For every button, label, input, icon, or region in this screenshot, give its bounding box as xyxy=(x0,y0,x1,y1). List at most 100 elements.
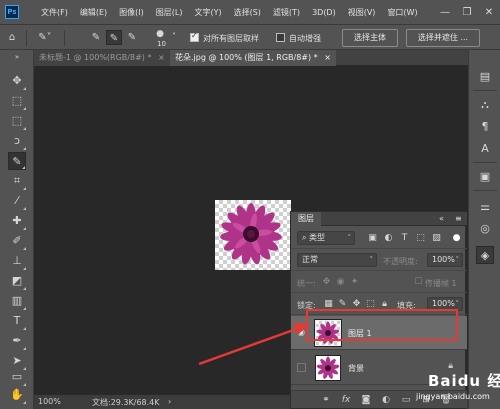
opacity-value: 100% xyxy=(432,255,455,264)
type-tool-icon[interactable]: T xyxy=(8,312,26,330)
filter-adjustment-icon[interactable]: ◐ xyxy=(383,233,394,244)
layer-name[interactable]: 背景 xyxy=(348,363,364,374)
close-tab-icon[interactable]: × xyxy=(324,53,331,62)
menu-select[interactable]: 选择(S) xyxy=(228,7,267,18)
document-info: 文档:29.3K/68.4K xyxy=(92,398,160,407)
clone-stamp-tool-icon[interactable]: ⊥ xyxy=(8,252,26,270)
color-icon[interactable]: ▣ xyxy=(476,168,494,186)
blend-mode-select[interactable]: 正常 ˅ xyxy=(297,253,377,267)
annotation-arrow-icon xyxy=(198,323,309,366)
home-icon[interactable]: ⌂ xyxy=(4,30,20,45)
menu-layer[interactable]: 图层(L) xyxy=(150,7,189,18)
adjustments-icon[interactable]: ⚌ xyxy=(476,198,494,216)
lasso-tool-icon[interactable]: ↄ xyxy=(8,132,26,150)
status-menu-icon[interactable]: › xyxy=(168,397,171,406)
auto-enhance-checkbox[interactable] xyxy=(276,33,285,42)
brush-size-value: 10 xyxy=(157,40,166,48)
menu-edit[interactable]: 编辑(E) xyxy=(74,7,113,18)
flower-image xyxy=(220,203,282,265)
menu-file[interactable]: 文件(F) xyxy=(35,7,74,18)
unify-style-icon[interactable]: ✦ xyxy=(349,277,360,288)
add-to-selection-icon[interactable]: ✎ xyxy=(106,30,122,45)
auto-enhance-label: 自动增强 xyxy=(289,34,321,43)
sample-all-layers-checkbox[interactable] xyxy=(190,31,199,42)
pen-tool-icon[interactable]: ✒ xyxy=(8,332,26,350)
filter-toggle-icon[interactable]: ● xyxy=(451,233,462,244)
history-icon[interactable]: ▤ xyxy=(476,68,494,86)
unify-position-icon[interactable]: ✥ xyxy=(321,277,332,288)
menu-filter[interactable]: 滤镜(T) xyxy=(267,7,306,18)
brush-tool-icon[interactable]: ✐ xyxy=(8,232,26,250)
crop-tool-icon[interactable]: ⌗ xyxy=(8,172,26,190)
gradient-tool-icon[interactable]: ▥ xyxy=(8,292,26,310)
options-bar: ⌂ ✎˅ ✎ ✎ ✎ ● 10 ˅ 对所有图层取样 自动增强 选择主体 选择并遮… xyxy=(0,24,500,50)
unify-visibility-icon[interactable]: ◉ xyxy=(335,277,346,288)
eyedropper-tool-icon[interactable]: ⁄ xyxy=(8,192,26,210)
paragraph-icon[interactable]: ¶ xyxy=(476,118,494,136)
menu-type[interactable]: 文字(Y) xyxy=(188,7,227,18)
divider xyxy=(64,30,65,46)
select-subject-button[interactable]: 选择主体 xyxy=(342,29,398,47)
new-selection-icon[interactable]: ✎ xyxy=(88,30,104,45)
close-window-button[interactable]: ✕ xyxy=(478,7,500,18)
opacity-input[interactable]: 100% ˅ xyxy=(427,253,463,267)
filter-shape-icon[interactable]: ⬚ xyxy=(415,233,426,244)
document-canvas[interactable] xyxy=(215,200,291,270)
layers-icon[interactable]: ◈ xyxy=(476,246,494,264)
minimize-button[interactable]: — xyxy=(434,7,456,18)
layer-style-icon[interactable]: fx xyxy=(339,394,353,406)
subtract-from-selection-icon[interactable]: ✎ xyxy=(124,30,140,45)
character-icon[interactable]: A xyxy=(476,140,494,158)
marquee-tool-icon[interactable]: ⬚ xyxy=(8,112,26,130)
menu-image[interactable]: 图像(I) xyxy=(113,7,150,18)
add-mask-icon[interactable]: ◙ xyxy=(359,394,373,406)
divider xyxy=(26,30,27,46)
select-and-mask-button[interactable]: 选择并遮住 ... xyxy=(406,29,480,47)
hand-tool-icon[interactable]: ✋ xyxy=(8,386,26,404)
propagate-checkbox[interactable]: ☐ xyxy=(413,277,424,288)
rectangle-tool-icon[interactable]: ▭ xyxy=(8,368,26,386)
collapse-panel-icon[interactable]: « xyxy=(439,214,444,223)
tab-label: 花朵.jpg @ 100% (图层 1, RGB/8#) * xyxy=(175,53,318,62)
layer-filter-row: ⌕ 类型 ˅ ▣ ◐ T ⬚ ▨ ● xyxy=(291,227,467,249)
healing-brush-tool-icon[interactable]: ✚ xyxy=(8,212,26,230)
watermark-text: Baidu 经验 xyxy=(428,372,500,390)
chevron-down-icon: ˅ xyxy=(347,234,352,242)
document-tabs: 未标题-1 @ 100%(RGB/8#) * × 花朵.jpg @ 100% (… xyxy=(34,50,468,66)
new-group-icon[interactable]: ▭ xyxy=(399,394,413,406)
chevron-down-icon[interactable]: ˅ xyxy=(172,32,176,41)
adjustment-layer-icon[interactable]: ◐ xyxy=(379,394,393,406)
panel-menu-icon[interactable]: ≡ xyxy=(455,214,462,223)
panel-collapse-icon[interactable]: » xyxy=(8,54,26,61)
filter-type-icon[interactable]: T xyxy=(399,233,410,244)
artboard-tool-icon[interactable]: ⬚ xyxy=(8,92,26,110)
channels-icon[interactable]: ◎ xyxy=(476,220,494,238)
properties-icon[interactable]: ⛬ xyxy=(476,96,494,114)
layers-panel-title[interactable]: 图层 xyxy=(291,212,321,226)
menu-window[interactable]: 窗口(W) xyxy=(381,7,423,18)
menu-view[interactable]: 视图(V) xyxy=(342,7,382,18)
filter-kind-select[interactable]: ⌕ 类型 ˅ xyxy=(297,231,355,245)
filter-smart-object-icon[interactable]: ▨ xyxy=(431,233,442,244)
filter-pixel-icon[interactable]: ▣ xyxy=(367,233,378,244)
tab-untitled-1[interactable]: 未标题-1 @ 100%(RGB/8#) * × xyxy=(34,50,170,66)
fill-value: 100% xyxy=(432,299,455,308)
tab-flower-jpg[interactable]: 花朵.jpg @ 100% (图层 1, RGB/8#) * × xyxy=(170,50,336,66)
propagate-label: 传播帧 1 xyxy=(425,279,457,288)
zoom-level[interactable]: 100% xyxy=(38,397,61,406)
menu-3d[interactable]: 3D(D) xyxy=(306,8,342,17)
quick-selection-tool-icon[interactable]: ✎ xyxy=(8,152,26,170)
close-tab-icon[interactable]: × xyxy=(158,53,165,62)
move-tool-icon[interactable]: ✥ xyxy=(8,72,26,90)
photoshop-logo: Ps xyxy=(5,5,19,19)
eraser-tool-icon[interactable]: ◩ xyxy=(8,272,26,290)
quick-selection-preset-icon[interactable]: ✎˅ xyxy=(34,30,56,45)
baidu-watermark: Baidu 经验 jingyan.baidu.com xyxy=(412,366,500,406)
link-layers-icon[interactable]: ⚭ xyxy=(319,394,333,406)
tab-label: 未标题-1 @ 100%(RGB/8#) * xyxy=(39,53,152,62)
unify-label: 统一: xyxy=(297,279,316,288)
filter-kind-value: 类型 xyxy=(309,233,326,242)
maximize-button[interactable]: ❐ xyxy=(456,7,478,18)
divider xyxy=(473,162,497,163)
window-controls: — ❐ ✕ xyxy=(434,0,500,24)
